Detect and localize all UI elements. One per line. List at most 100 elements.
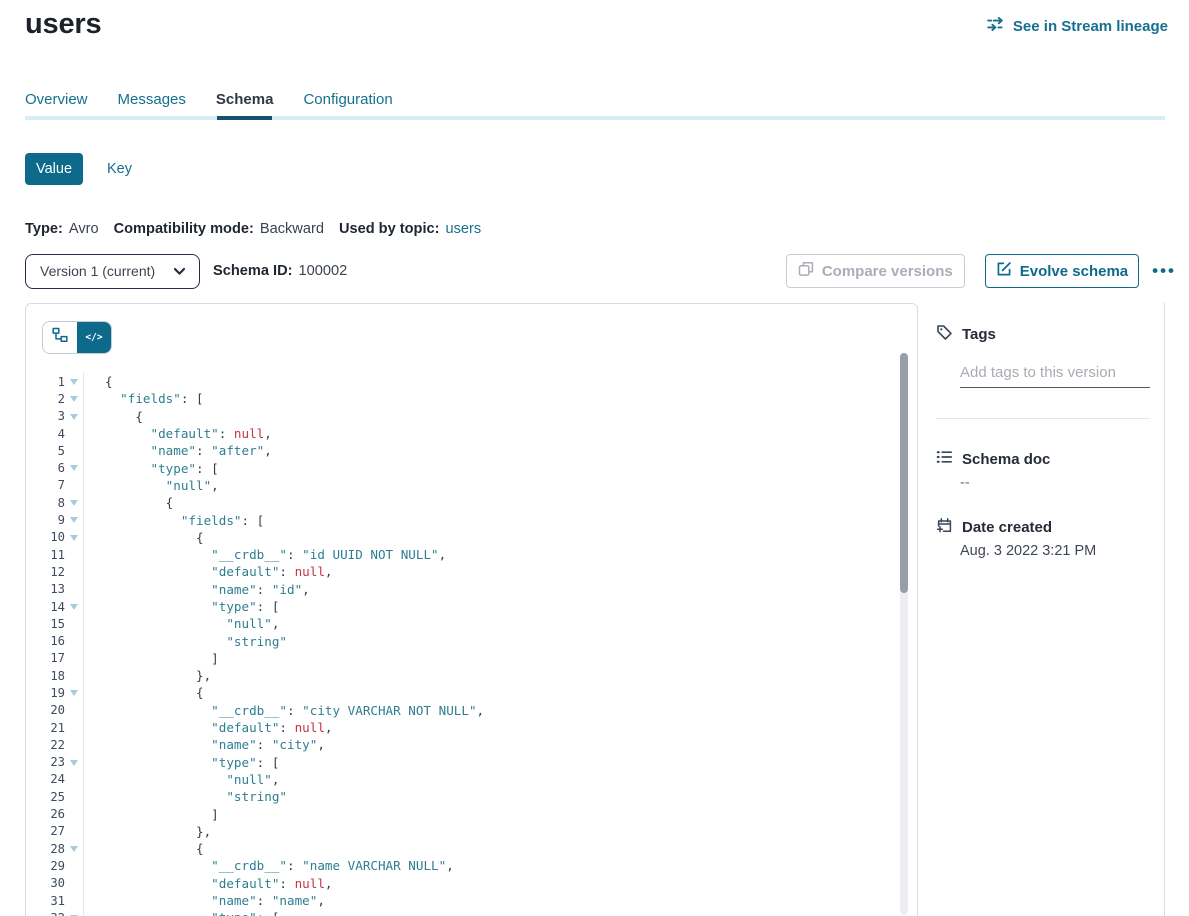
code-text: "fields": [ — [84, 513, 264, 528]
schema-id-value: 100002 — [298, 263, 347, 279]
code-view-button[interactable]: </> — [77, 322, 111, 353]
code-line: 8 { — [26, 494, 898, 511]
used-by-topic-link[interactable]: users — [445, 221, 481, 237]
gutter-cell — [65, 581, 84, 598]
editor-scrollbar-thumb[interactable] — [900, 353, 908, 593]
tags-input[interactable] — [960, 358, 1150, 388]
code-text: ] — [84, 651, 219, 666]
fold-caret-icon[interactable] — [65, 373, 84, 390]
code-line: 4 "default": null, — [26, 425, 898, 442]
gutter-cell — [65, 702, 84, 719]
fold-caret-icon[interactable] — [65, 754, 84, 771]
code-lines[interactable]: 1{2 "fields": [3 {4 "default": null,5 "n… — [26, 373, 898, 916]
gutter-cell — [65, 805, 84, 822]
code-line: 18 }, — [26, 667, 898, 684]
evolve-schema-button[interactable]: Evolve schema — [985, 254, 1139, 288]
code-text: "null", — [84, 616, 279, 631]
gutter-cell — [65, 823, 84, 840]
fold-caret-icon[interactable] — [65, 598, 84, 615]
schema-id-label: Schema ID: — [213, 263, 292, 279]
line-number: 26 — [26, 807, 65, 821]
code-text: { — [84, 409, 143, 424]
line-number: 21 — [26, 721, 65, 735]
version-select[interactable]: Version 1 (current) — [25, 254, 200, 289]
editor-view-toggle: </> — [42, 321, 112, 354]
value-toggle-button[interactable]: Value — [25, 153, 83, 185]
code-text: "type": [ — [84, 461, 219, 476]
line-number: 20 — [26, 703, 65, 717]
line-number: 12 — [26, 565, 65, 579]
gutter-cell — [65, 563, 84, 580]
tab-bar: Overview Messages Schema Configuration — [25, 89, 393, 111]
line-number: 30 — [26, 876, 65, 890]
tab-configuration[interactable]: Configuration — [303, 89, 392, 111]
code-line: 15 "null", — [26, 615, 898, 632]
fold-caret-icon[interactable] — [65, 684, 84, 701]
more-actions-button[interactable]: ••• — [1152, 254, 1176, 288]
code-text: { — [84, 495, 173, 510]
compare-versions-button[interactable]: Compare versions — [786, 254, 965, 288]
version-bar: Version 1 (current) Schema ID: 100002 Co… — [25, 253, 1168, 289]
line-number: 23 — [26, 755, 65, 769]
code-text: "name": "id", — [84, 582, 310, 597]
code-text: { — [84, 841, 204, 856]
line-number: 28 — [26, 842, 65, 856]
code-text: "fields": [ — [84, 391, 204, 406]
fold-caret-icon[interactable] — [65, 390, 84, 407]
fold-caret-icon[interactable] — [65, 511, 84, 528]
edit-icon — [996, 261, 1012, 281]
calendar-add-icon — [936, 517, 953, 538]
code-line: 5 "name": "after", — [26, 442, 898, 459]
tree-view-button[interactable] — [43, 322, 77, 353]
schema-page: users See in Stream lineage Overview Mes… — [0, 0, 1189, 916]
line-number: 8 — [26, 496, 65, 510]
code-line: 9 "fields": [ — [26, 511, 898, 528]
line-number: 1 — [26, 375, 65, 389]
gutter-cell — [65, 857, 84, 874]
stream-lineage-icon — [987, 17, 1006, 35]
tree-view-icon — [52, 327, 68, 348]
code-line: 22 "name": "city", — [26, 736, 898, 753]
line-number: 18 — [26, 669, 65, 683]
line-number: 22 — [26, 738, 65, 752]
code-line: 29 "__crdb__": "name VARCHAR NULL", — [26, 857, 898, 874]
code-line: 14 "type": [ — [26, 598, 898, 615]
code-line: 16 "string" — [26, 632, 898, 649]
code-view-icon: </> — [85, 332, 102, 343]
code-line: 11 "__crdb__": "id UUID NOT NULL", — [26, 546, 898, 563]
line-number: 14 — [26, 600, 65, 614]
line-number: 2 — [26, 392, 65, 406]
code-line: 2 "fields": [ — [26, 390, 898, 407]
see-in-stream-lineage-link[interactable]: See in Stream lineage — [987, 17, 1168, 35]
code-text: "default": null, — [84, 426, 272, 441]
fold-caret-icon[interactable] — [65, 494, 84, 511]
tab-overview[interactable]: Overview — [25, 89, 88, 111]
tab-messages[interactable]: Messages — [118, 89, 186, 111]
code-text: "null", — [84, 772, 279, 787]
list-icon — [936, 449, 953, 469]
gutter-cell — [65, 650, 84, 667]
gutter-cell — [65, 632, 84, 649]
line-number: 17 — [26, 651, 65, 665]
fold-caret-icon[interactable] — [65, 408, 84, 425]
editor-scrollbar[interactable] — [900, 353, 908, 915]
line-number: 15 — [26, 617, 65, 631]
fold-caret-icon[interactable] — [65, 459, 84, 476]
schema-doc-section-header: Schema doc — [918, 449, 1164, 469]
gutter-cell — [65, 546, 84, 563]
code-line: 25 "string" — [26, 788, 898, 805]
code-text: }, — [84, 824, 211, 839]
line-number: 6 — [26, 461, 65, 475]
code-line: 28 { — [26, 840, 898, 857]
fold-caret-icon[interactable] — [65, 529, 84, 546]
gutter-cell — [65, 615, 84, 632]
gutter-cell — [65, 425, 84, 442]
fold-caret-icon[interactable] — [65, 909, 84, 916]
key-toggle-button[interactable]: Key — [107, 161, 132, 177]
compatibility-value: Backward — [260, 221, 324, 237]
fold-caret-icon[interactable] — [65, 840, 84, 857]
tab-schema[interactable]: Schema — [216, 89, 274, 111]
line-number: 24 — [26, 772, 65, 786]
gutter-cell — [65, 442, 84, 459]
schema-editor-panel: </> 1{2 "fields": [3 {4 "default": null,… — [25, 303, 918, 916]
